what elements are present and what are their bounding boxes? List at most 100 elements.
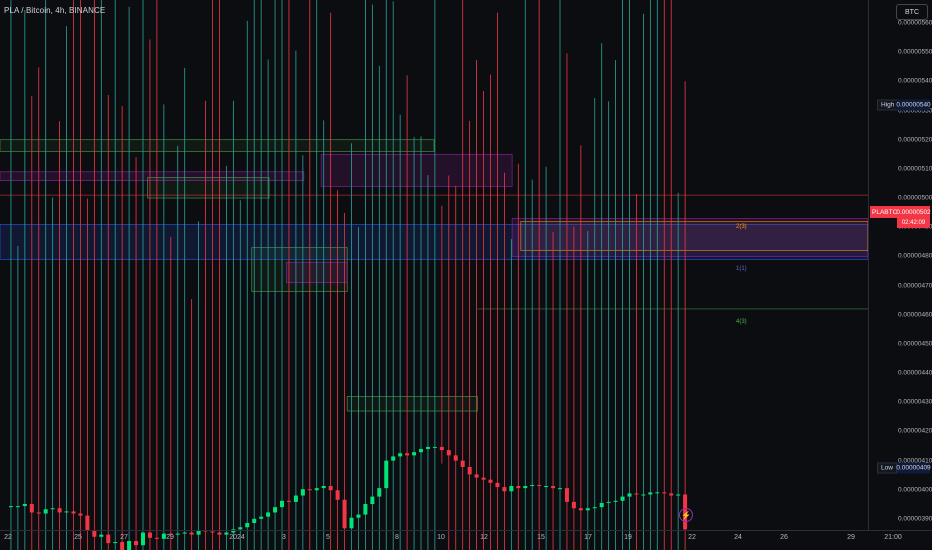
time-tick: 27 — [120, 534, 128, 541]
candle-bull — [391, 456, 396, 461]
time-tick: 15 — [537, 534, 545, 541]
candle-bull — [22, 503, 27, 507]
bar-countdown: 02:42:09 — [897, 218, 930, 228]
candle-bull — [648, 492, 653, 495]
candle-bear — [669, 493, 674, 496]
time-tick: 5 — [326, 534, 330, 541]
time-tick: 29 — [847, 534, 855, 541]
candle-bull — [64, 511, 69, 513]
time-tick: 21:00 — [884, 534, 902, 541]
time-tick: 24 — [734, 534, 742, 541]
candle-bull — [8, 506, 13, 508]
time-tick: 22 — [688, 534, 696, 541]
candle-bear — [453, 455, 458, 461]
price-tick: 0.00000500 — [898, 194, 932, 202]
candle-bear — [474, 474, 479, 478]
candle-bull — [266, 512, 271, 517]
candle-bull — [419, 449, 423, 453]
candle-bear — [467, 466, 472, 475]
candle-bull — [606, 501, 611, 503]
price-tick: 0.00000470 — [898, 282, 932, 290]
candle-bear — [307, 489, 312, 491]
candle-bull — [509, 486, 514, 492]
time-tick: 22 — [4, 534, 12, 541]
zone-green-0 — [0, 139, 435, 152]
price-tick: 0.00000540 — [898, 77, 932, 85]
candle-bear — [342, 499, 347, 529]
price-tick: 0.00000560 — [898, 19, 932, 27]
candle-bull — [398, 453, 403, 457]
candle-bull — [370, 496, 375, 504]
candle-bear — [85, 515, 90, 531]
candle-bear — [78, 513, 83, 516]
candle-bear — [488, 479, 493, 483]
price-tick: 0.00000510 — [898, 165, 932, 173]
price-tick: 0.00000550 — [898, 48, 932, 56]
candle-bull — [259, 516, 264, 519]
time-tick: 12 — [480, 534, 488, 541]
time-tick: 2024 — [229, 534, 245, 541]
candle-bull — [321, 486, 326, 489]
currency-button[interactable]: BTC — [896, 4, 928, 20]
candle-bear — [57, 508, 62, 513]
price-tick: 0.00000420 — [898, 427, 932, 435]
level-tag-3: 4(3) — [736, 319, 747, 325]
candle-bull — [641, 494, 646, 496]
candle-bull — [50, 508, 55, 510]
candle-bull — [655, 492, 660, 494]
level-tag-1: 2(3) — [736, 224, 747, 230]
zone-green-9 — [346, 396, 478, 412]
price-tick: 0.00000460 — [898, 311, 932, 319]
candle-bear — [328, 486, 333, 491]
candle-bull — [280, 500, 284, 508]
time-tick: 17 — [584, 534, 592, 541]
candle-bull — [592, 507, 597, 509]
candle-bear — [564, 488, 569, 502]
candle-bear — [502, 487, 507, 492]
candle-bear — [634, 493, 639, 495]
candle-bull — [544, 486, 549, 488]
candle-bear — [495, 482, 500, 488]
time-tick: 26 — [780, 534, 788, 541]
chart-title: PLA / Bitcoin, 4h, BINANCE — [4, 6, 106, 15]
candle-bull — [349, 517, 354, 529]
current-price-label: 0.00000502 — [896, 206, 931, 218]
time-tick: 19 — [624, 534, 632, 541]
candle-bull — [377, 488, 382, 497]
candle-bear — [460, 460, 465, 467]
candlestick-chart[interactable] — [0, 0, 932, 550]
candle-bull — [384, 460, 389, 489]
candle-bear — [571, 501, 576, 509]
price-tick: 0.00000400 — [898, 486, 932, 494]
price-tick: 0.00000440 — [898, 369, 932, 377]
candle-bear — [335, 490, 340, 500]
low-price: 0.00000409 — [896, 462, 931, 474]
candle-bull — [613, 500, 618, 502]
candle-bull — [523, 486, 528, 489]
time-tick: 10 — [437, 534, 445, 541]
price-tick: 0.00000390 — [898, 515, 932, 523]
candle-bull — [273, 507, 278, 513]
candle-bear — [405, 453, 410, 456]
candle-bear — [439, 446, 444, 451]
lightning-icon[interactable]: ⚡ — [679, 508, 693, 522]
price-tick: 0.00000450 — [898, 340, 932, 348]
candle-bull — [412, 452, 417, 456]
candle-bull — [314, 488, 319, 491]
high-price: 0.00000540 — [896, 99, 931, 111]
time-axis-panel[interactable] — [0, 530, 932, 550]
candle-bear — [578, 508, 583, 511]
candle-bear — [662, 492, 667, 494]
level-tag-2: 1(1) — [736, 266, 747, 272]
candle-bull — [585, 508, 590, 511]
time-tick: 3 — [282, 534, 286, 541]
candle-bear — [36, 512, 41, 514]
candle-bull — [356, 514, 361, 518]
candle-bear — [537, 484, 542, 487]
zone-orange-8 — [520, 221, 869, 251]
candle-bull — [245, 523, 250, 528]
price-tick: 0.00000430 — [898, 398, 932, 406]
candle-bull — [15, 506, 20, 508]
candle-bull — [252, 518, 257, 524]
candle-bear — [446, 450, 451, 456]
